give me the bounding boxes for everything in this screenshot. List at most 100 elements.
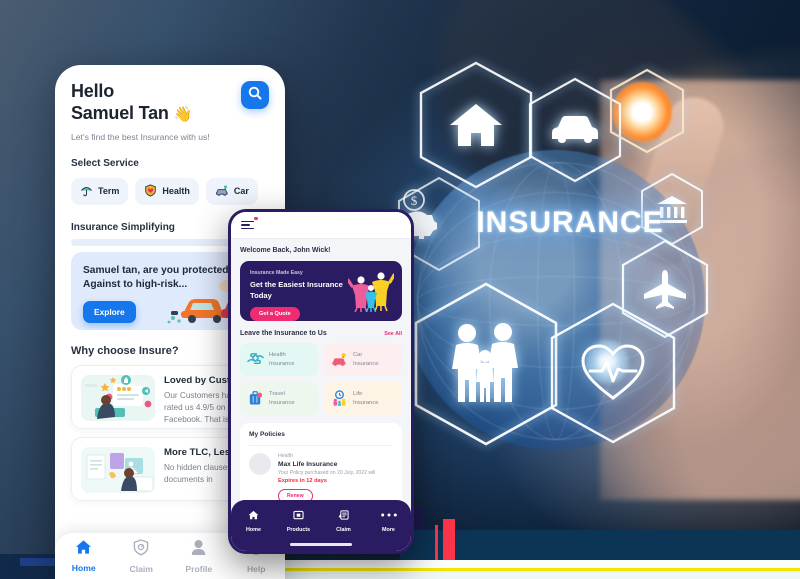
home-icon <box>75 540 92 559</box>
notification-dot <box>254 216 258 221</box>
car-icon <box>331 351 348 368</box>
user-name-row: Samuel Tan 👋 <box>71 103 269 125</box>
phone-mockup-secondary: Welcome Back, John Wick! Insurance Made … <box>228 209 414 554</box>
health-hands-icon <box>247 351 264 368</box>
service-chip-list: Term Health Car <box>71 177 269 205</box>
shield-heart-icon <box>144 184 157 199</box>
phone2-topbar <box>231 212 411 239</box>
policy-expiry: Expires in 12 days <box>278 478 327 484</box>
service-chip-term[interactable]: Term <box>71 177 129 205</box>
svg-text:$: $ <box>411 193 418 208</box>
heartbeat-icon <box>548 300 678 446</box>
teal-footer-strip <box>285 571 800 579</box>
service-card-grid: Health Insurance Car Insurance Travel In… <box>240 343 402 415</box>
hexagon-glow-icon <box>609 68 685 154</box>
greeting-subtitle: Let's find the best Insurance with us! <box>71 131 210 142</box>
umbrella-icon <box>80 184 93 199</box>
policy-category: Health <box>278 453 293 459</box>
home-icon <box>418 60 534 190</box>
nav-item-claim[interactable]: Claim <box>321 507 366 533</box>
family-icon <box>412 280 560 448</box>
promo-banner[interactable]: Insurance Made Easy Get the Easiest Insu… <box>240 261 402 321</box>
service-card-life[interactable]: Life Insurance <box>324 382 402 415</box>
life-umbrella-icon <box>331 390 348 407</box>
get-a-quote-button[interactable]: Get a Quote <box>250 307 300 321</box>
hamburger-menu-icon[interactable] <box>241 216 258 232</box>
phone2-bottom-navigation: Home Products Claim More <box>231 500 411 551</box>
nav-item-home[interactable]: Home <box>55 539 113 573</box>
search-icon <box>248 86 262 105</box>
phone2-screen: Welcome Back, John Wick! Insurance Made … <box>231 212 411 551</box>
insurance-headline: INSURANCE <box>476 206 664 239</box>
policy-row[interactable]: Health Max Life Insurance Your Policy pu… <box>249 445 393 503</box>
nav-item-profile[interactable]: Profile <box>170 539 228 574</box>
service-chip-car[interactable]: Car <box>205 177 258 205</box>
service-card-subtitle: Insurance <box>269 399 295 406</box>
nav-label: More <box>382 527 395 533</box>
policy-text: Health Max Life Insurance Your Policy pu… <box>278 453 375 503</box>
hexagon-family-icon <box>412 280 560 448</box>
search-button[interactable] <box>241 81 269 109</box>
nav-item-more[interactable]: More <box>366 507 411 533</box>
dark-band <box>400 530 800 562</box>
banner-headline: Get the Easiest Insurance Today <box>250 280 343 300</box>
nav-label: Home <box>246 527 261 533</box>
service-chip-label: Term <box>98 186 120 197</box>
service-card-text: Life Insurance <box>353 390 378 407</box>
nav-item-products[interactable]: Products <box>276 507 321 533</box>
services-section-header: Leave the Insurance to Us See All <box>240 330 402 337</box>
policy-name: Max Life Insurance <box>278 461 338 468</box>
services-section-title: Leave the Insurance to Us <box>240 330 327 337</box>
service-card-title: Life <box>353 391 363 398</box>
service-card-text: Travel Insurance <box>269 390 294 407</box>
claim-icon <box>338 507 350 524</box>
hexagon-home-icon <box>418 60 534 190</box>
service-card-subtitle: Insurance <box>269 360 295 367</box>
greeting-block: Hello Samuel Tan 👋 <box>71 81 269 125</box>
service-chip-health[interactable]: Health <box>135 177 199 205</box>
service-card-text: Health Insurance <box>269 351 294 368</box>
home-indicator <box>290 543 352 546</box>
service-card-text: Car Insurance <box>353 351 378 368</box>
customer-review-illustration <box>81 374 155 421</box>
see-all-link[interactable]: See All <box>384 331 402 337</box>
home-icon <box>248 507 259 524</box>
nav-item-home[interactable]: Home <box>231 507 276 533</box>
nav-item-claim[interactable]: Claim <box>113 538 171 574</box>
service-card-title: Car <box>353 352 363 359</box>
service-card-title: Travel <box>269 391 285 398</box>
select-service-title: Select Service <box>71 157 139 169</box>
service-card-subtitle: Insurance <box>353 360 379 367</box>
suitcase-icon <box>247 390 264 407</box>
greeting-text: Hello <box>71 81 115 101</box>
nav-label: Claim <box>129 563 153 574</box>
more-dots-icon <box>380 507 398 524</box>
nav-label: Profile <box>185 563 213 574</box>
service-card-health[interactable]: Health Insurance <box>240 343 318 376</box>
service-card-car[interactable]: Car Insurance <box>324 343 402 376</box>
service-card-travel[interactable]: Travel Insurance <box>240 382 318 415</box>
documents-illustration <box>81 446 155 493</box>
shield-check-icon <box>133 538 149 560</box>
user-name: Samuel Tan <box>71 102 169 123</box>
car-icon <box>215 184 229 199</box>
screenshot-stage: $ INSURANCE Hello Samuel Tan 👋 Let's fin… <box>0 0 800 579</box>
family-illustration <box>346 270 396 313</box>
hexagon-heartbeat-icon <box>548 300 678 446</box>
service-chip-label: Health <box>162 186 190 197</box>
my-policies-title: My Policies <box>249 431 285 438</box>
service-card-title: Health <box>269 352 286 359</box>
box-icon <box>293 507 304 524</box>
nav-label: Help <box>246 563 266 574</box>
phone2-content: Welcome Back, John Wick! Insurance Made … <box>231 239 411 503</box>
service-card-subtitle: Insurance <box>353 399 379 406</box>
person-icon <box>191 539 206 560</box>
explore-button[interactable]: Explore <box>83 301 136 324</box>
nav-label: Claim <box>336 527 351 533</box>
nav-label: Home <box>71 563 96 573</box>
wave-emoji: 👋 <box>173 105 193 123</box>
my-policies-section: My Policies Health Max Life Insurance Yo… <box>240 423 402 503</box>
policy-avatar <box>249 453 271 475</box>
policy-detail: Your Policy purchased on 20 July, 2022 w… <box>278 470 376 476</box>
nav-label: Products <box>286 527 311 533</box>
